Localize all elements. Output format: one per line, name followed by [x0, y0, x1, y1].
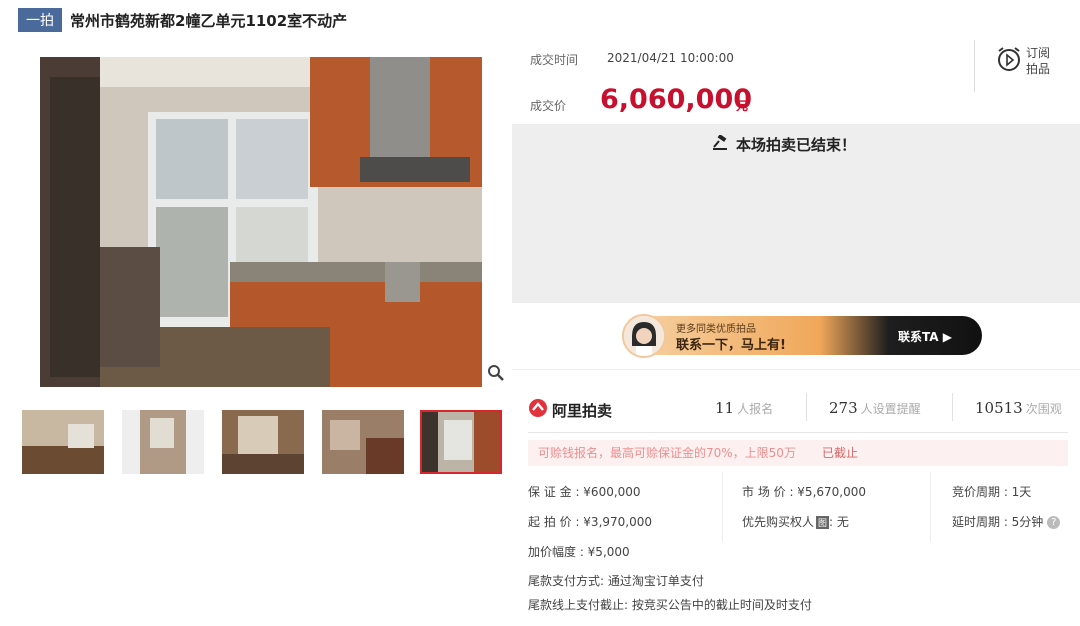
divider [930, 472, 931, 542]
stat-label: 人报名 [737, 402, 774, 416]
delay-cycle-text: 延时周期 : 5分钟 [952, 515, 1044, 529]
stat-value: 10513 [975, 399, 1023, 417]
stat-views: 10513 次围观 [975, 398, 1062, 417]
play-arrow-icon: ▶ [942, 330, 952, 344]
deal-price-label: 成交价 [530, 99, 567, 113]
market-price-info: 市 场 价 : ¥5,670,000 [742, 485, 867, 499]
priority-buyer-label: 优先购买权人 [742, 515, 815, 529]
contact-button[interactable]: 联系TA ▶ [898, 328, 952, 345]
priority-buyer-value: : 无 [829, 515, 849, 529]
thumbnail-5-active[interactable] [420, 410, 502, 474]
thumbnail-2[interactable] [122, 410, 204, 474]
deal-price-unit: 元 [736, 99, 749, 113]
payment-method-info: 尾款支付方式: 通过淘宝订单支付 [528, 574, 704, 588]
divider [806, 393, 807, 421]
bid-cycle-info: 竞价周期 : 1天 [952, 485, 1032, 499]
payment-deadline-info: 尾款线上支付截止: 按竞买公告中的截止时间及时支付 [528, 598, 812, 612]
thumbnail-3[interactable] [222, 410, 304, 474]
increment-info: 加价幅度 : ¥5,000 [528, 545, 630, 559]
help-icon[interactable]: ? [1047, 516, 1061, 529]
ali-auction-logo: 阿里拍卖 [528, 398, 612, 422]
credit-registration-notice: 可赊钱报名，最高可赊保证金的70%，上限50万 已截止 [528, 440, 1068, 466]
notice-text: 可赊钱报名，最高可赊保证金的70%，上限50万 [538, 446, 796, 460]
stat-registrations: 11 人报名 [715, 398, 773, 417]
contact-button-label: 联系TA [898, 330, 939, 344]
stat-label: 次围观 [1025, 402, 1062, 416]
start-price-info: 起 拍 价 : ¥3,970,000 [528, 515, 653, 529]
thumbnail-4[interactable] [322, 410, 404, 474]
priority-buyer-badge[interactable]: 图 [816, 516, 830, 529]
subscribe-button[interactable]: 订阅 拍品 [996, 45, 1050, 77]
subscribe-label-1: 订阅 [1026, 46, 1051, 60]
deposit-info: 保 证 金 : ¥600,000 [528, 485, 641, 499]
subscribe-label-2: 拍品 [1026, 62, 1051, 76]
ali-auction-logo-icon [528, 398, 548, 422]
banner-subtitle: 更多同类优质拍品 [676, 324, 756, 335]
gavel-icon [712, 133, 730, 155]
thumbnail-strip [18, 410, 508, 474]
title-row: 一拍 常州市鹤苑新都2幢乙单元1102室不动产 [18, 8, 347, 32]
divider [722, 472, 723, 542]
zoom-icon[interactable] [487, 364, 505, 382]
platform-name: 阿里拍卖 [552, 401, 613, 420]
stat-reminders: 273 人设置提醒 [829, 398, 921, 417]
banner-headline: 联系一下，马上有! [676, 338, 786, 353]
agent-avatar [622, 314, 666, 358]
page-title: 常州市鹤苑新都2幢乙单元1102室不动产 [70, 11, 348, 30]
deal-time-label: 成交时间 [530, 53, 579, 67]
main-photo[interactable] [40, 57, 482, 387]
divider [952, 393, 953, 421]
notice-status: 已截止 [821, 446, 858, 460]
thumbnail-1[interactable] [22, 410, 104, 474]
divider [528, 432, 1068, 433]
delay-cycle-info: 延时周期 : 5分钟? [952, 513, 1061, 530]
stat-value: 11 [715, 399, 735, 417]
auction-ended-text: 本场拍卖已结束！ [736, 136, 857, 154]
auction-ended-message: 本场拍卖已结束！ [712, 133, 857, 155]
divider [974, 40, 975, 92]
alarm-clock-icon [996, 46, 1022, 76]
deal-price-value: 6,060,000 [600, 84, 753, 115]
stat-value: 273 [829, 399, 858, 417]
stat-label: 人设置提醒 [860, 402, 921, 416]
auction-round-tag: 一拍 [18, 8, 62, 32]
deal-time-value: 2021/04/21 10:00:00 [607, 51, 734, 65]
priority-buyer-info: 优先购买权人图: 无 [742, 513, 849, 530]
